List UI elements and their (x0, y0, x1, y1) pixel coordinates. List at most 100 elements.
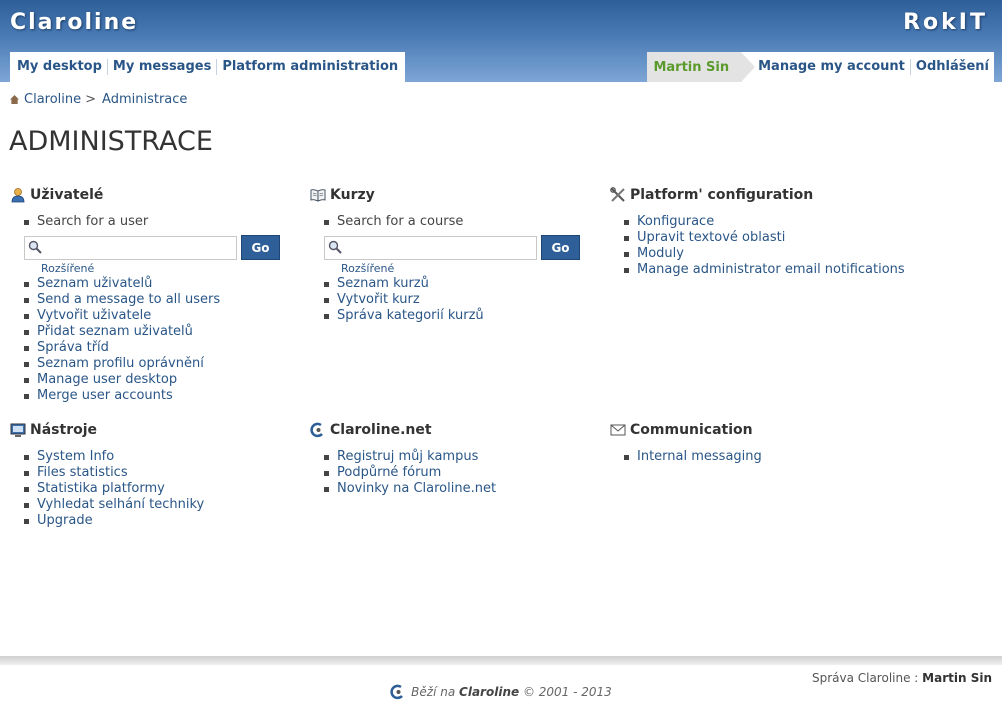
list-item: Správa kategorií kurzů (324, 308, 600, 324)
section-tools: Nástroje System Info Files statistics St… (10, 420, 300, 529)
footer-credit: Běží na Claroline © 2001 - 2013 (0, 684, 1002, 700)
list-item: Vytvořit kurz (324, 292, 600, 308)
tools-link[interactable]: Files statistics (37, 465, 128, 480)
courses-link[interactable]: Seznam kurzů (337, 276, 429, 291)
list-item: Internal messaging (624, 449, 900, 465)
list-item: System Info (24, 449, 300, 465)
user-search-form: Go (24, 235, 300, 260)
claroline-net-link[interactable]: Registruj můj kampus (337, 449, 478, 464)
page-title: ADMINISTRACE (9, 126, 213, 157)
users-link[interactable]: Přidat seznam uživatelů (37, 324, 193, 339)
platform-link[interactable]: Konfigurace (637, 214, 714, 229)
nav-platform-administration[interactable]: Platform administration (217, 59, 403, 75)
section-title-platform: Platform' configuration (610, 185, 950, 205)
course-advanced-search-link[interactable]: Rozšířené (341, 262, 600, 276)
section-courses: Kurzy Search for a course Go Rozšířené S… (310, 185, 600, 324)
course-search-input[interactable] (325, 236, 536, 259)
book-icon (310, 189, 326, 202)
communication-link[interactable]: Internal messaging (637, 449, 762, 464)
breadcrumb-current[interactable]: Administrace (102, 92, 187, 107)
main-nav: My desktop My messages Platform administ… (10, 52, 406, 82)
user-icon (11, 188, 25, 203)
users-link[interactable]: Send a message to all users (37, 292, 220, 307)
list-item: Seznam kurzů (324, 276, 600, 292)
search-user-label: Search for a user (24, 214, 300, 230)
list-item: Seznam profilu oprávnění (24, 356, 300, 372)
section-title-claroline-net-label: Claroline.net (330, 422, 432, 438)
computer-icon (10, 423, 26, 437)
footer-credit-brand[interactable]: Claroline (459, 685, 519, 699)
users-link[interactable]: Správa tříd (37, 340, 109, 355)
list-item: Vytvořit uživatele (24, 308, 300, 324)
list-item: Statistika platformy (24, 481, 300, 497)
section-title-tools-label: Nástroje (30, 422, 98, 438)
section-claroline-net: Claroline.net Registruj můj kampus Podpů… (310, 420, 600, 497)
nav-my-desktop[interactable]: My desktop (12, 59, 108, 75)
breadcrumb-separator: > (85, 92, 97, 107)
manage-account-link[interactable]: Manage my account (753, 59, 911, 75)
claroline-net-link[interactable]: Novinky na Claroline.net (337, 481, 496, 496)
platform-link[interactable]: Manage administrator email notifications (637, 262, 905, 277)
list-item: Manage administrator email notifications (624, 262, 950, 278)
list-item: Podpůrné fórum (324, 465, 600, 481)
courses-link[interactable]: Vytvořit kurz (337, 292, 420, 307)
platform-link[interactable]: Upravit textové oblasti (637, 230, 785, 245)
section-title-users-label: Uživatelé (30, 187, 104, 203)
section-title-platform-label: Platform' configuration (630, 187, 814, 203)
list-item: Merge user accounts (24, 388, 300, 404)
tools-link[interactable]: Statistika platformy (37, 481, 165, 496)
organization-name[interactable]: RokIT (903, 10, 988, 35)
list-item: Registruj můj kampus (324, 449, 600, 465)
logout-link[interactable]: Odhlášení (911, 59, 994, 75)
users-link[interactable]: Seznam profilu oprávnění (37, 356, 204, 371)
current-user-name[interactable]: Martin Sin (647, 52, 755, 82)
list-item: Upgrade (24, 513, 300, 529)
footer-admin-info: Správa Claroline : Martin Sin (812, 671, 992, 685)
envelope-icon (610, 424, 626, 436)
brand-logo-text[interactable]: Claroline (10, 10, 138, 35)
list-item: Novinky na Claroline.net (324, 481, 600, 497)
section-platform-configuration: Platform' configuration Konfigurace Upra… (610, 185, 950, 278)
section-title-courses-label: Kurzy (330, 187, 375, 203)
list-item: Konfigurace (624, 214, 950, 230)
users-link[interactable]: Vytvořit uživatele (37, 308, 151, 323)
user-advanced-search-link[interactable]: Rozšířené (41, 262, 300, 276)
tools-link[interactable]: System Info (37, 449, 114, 464)
list-item: Vyhledat selhání techniky (24, 497, 300, 513)
course-search-box[interactable] (324, 235, 537, 260)
tools-link[interactable]: Upgrade (37, 513, 93, 528)
header-bar: Claroline RokIT My desktop My messages P… (0, 0, 1002, 82)
footer-credit-prefix: Běží na (411, 685, 456, 699)
list-item: Moduly (624, 246, 950, 262)
tools-icon (610, 187, 625, 202)
section-title-communication: Communication (610, 420, 900, 440)
search-icon (328, 240, 342, 254)
section-title-communication-label: Communication (630, 422, 753, 438)
list-item: Seznam uživatelů (24, 276, 300, 292)
tools-link[interactable]: Vyhledat selhání techniky (37, 497, 204, 512)
claroline-net-link[interactable]: Podpůrné fórum (337, 465, 441, 480)
user-search-box[interactable] (24, 235, 237, 260)
users-link[interactable]: Manage user desktop (37, 372, 177, 387)
section-title-users: Uživatelé (10, 185, 300, 205)
claroline-logo-icon (390, 684, 404, 700)
user-search-input[interactable] (25, 236, 236, 259)
list-item: Files statistics (24, 465, 300, 481)
footer-admin-name[interactable]: Martin Sin (922, 671, 992, 685)
claroline-logo-icon (310, 422, 323, 438)
breadcrumb-home-link[interactable]: Claroline (24, 92, 81, 107)
users-link[interactable]: Merge user accounts (37, 388, 173, 403)
platform-link[interactable]: Moduly (637, 246, 684, 261)
users-link[interactable]: Seznam uživatelů (37, 276, 152, 291)
section-communication: Communication Internal messaging (610, 420, 900, 465)
list-item: Správa tříd (24, 340, 300, 356)
section-title-claroline-net: Claroline.net (310, 420, 600, 440)
section-title-tools: Nástroje (10, 420, 300, 440)
course-search-go-button[interactable]: Go (541, 235, 580, 260)
nav-my-messages[interactable]: My messages (108, 59, 218, 75)
user-search-go-button[interactable]: Go (241, 235, 280, 260)
section-title-courses: Kurzy (310, 185, 600, 205)
courses-link[interactable]: Správa kategorií kurzů (337, 308, 484, 323)
breadcrumb: Claroline > Administrace (10, 92, 187, 107)
footer-divider (0, 656, 1002, 665)
